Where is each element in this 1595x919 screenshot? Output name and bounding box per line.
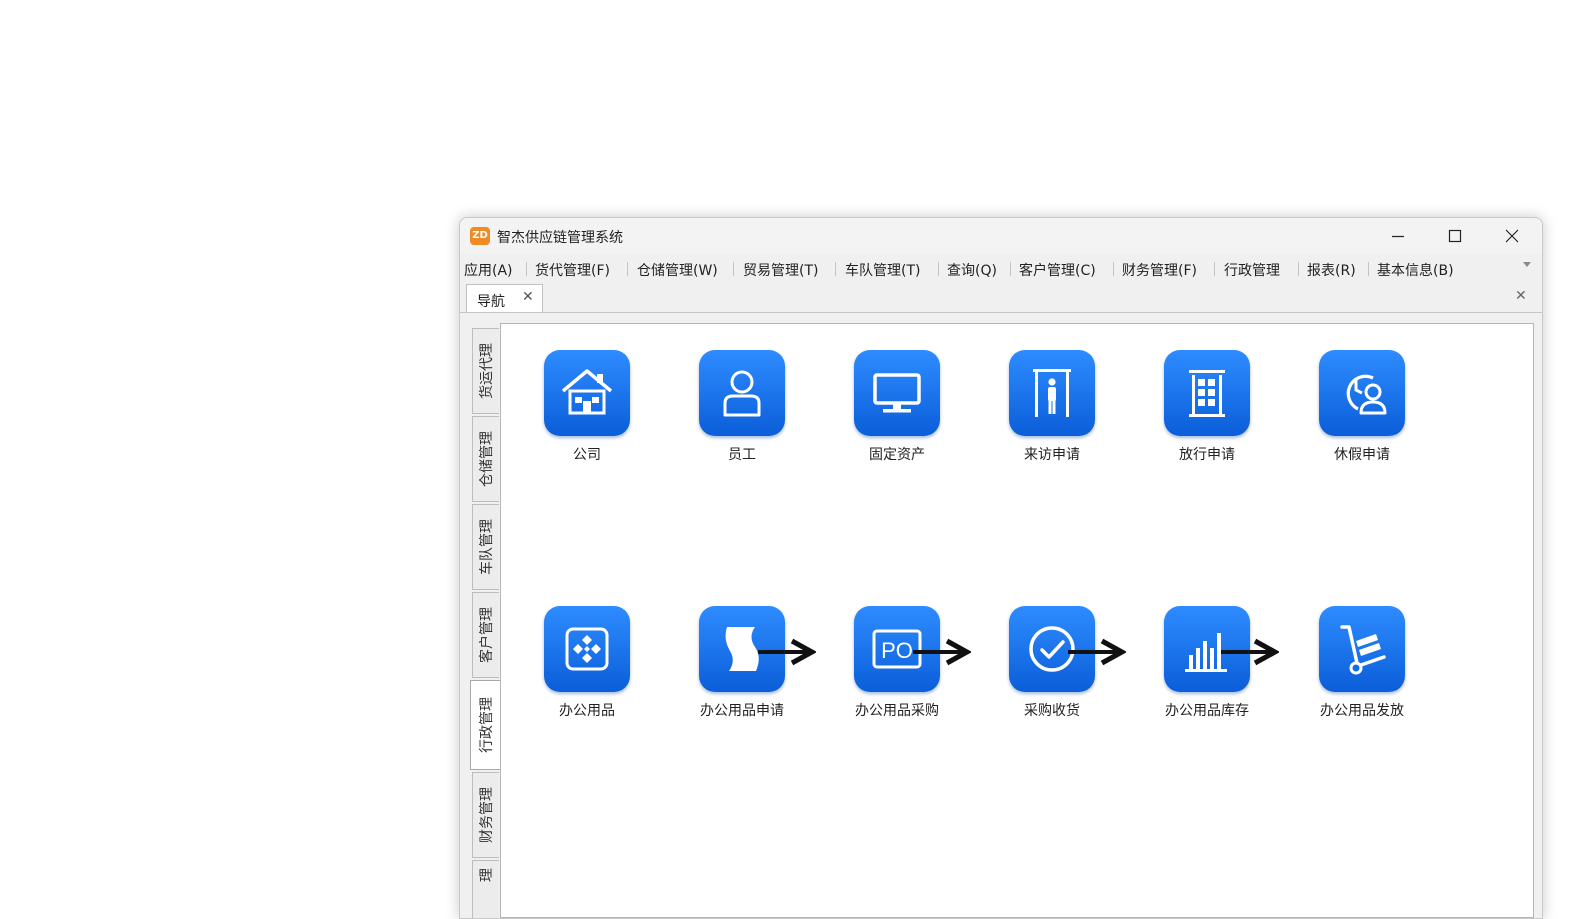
person-icon <box>699 350 785 436</box>
menu-separator <box>1214 262 1215 276</box>
tab-close-icon[interactable]: ✕ <box>522 289 534 305</box>
close-icon <box>1505 229 1519 243</box>
diamond-grid-icon <box>544 606 630 692</box>
hand-truck-icon <box>1319 606 1405 692</box>
app-logo-icon: ZD <box>470 227 490 245</box>
menu-item-app[interactable]: 应用(A) <box>464 260 513 280</box>
tile-label: 放行申请 <box>1179 447 1235 463</box>
tile-office-supplies-inventory[interactable]: 办公用品库存 <box>1132 606 1282 736</box>
menu-separator <box>1298 262 1299 276</box>
side-tab-more[interactable]: 理 <box>472 860 499 918</box>
tile-label: 休假申请 <box>1334 447 1390 463</box>
tile-label: 公司 <box>573 447 601 463</box>
side-tab-label: 仓储管理 <box>479 431 495 487</box>
side-tab-admin[interactable]: 行政管理 <box>470 680 501 770</box>
maximize-button[interactable] <box>1426 218 1484 254</box>
side-tab-label: 车队管理 <box>479 519 495 575</box>
flow-arrow-icon <box>1221 638 1279 666</box>
po-text: PO <box>881 638 913 663</box>
menu-item-fleet[interactable]: 车队管理(T) <box>845 260 920 280</box>
content-area: 货运代理 仓储管理 车队管理 客户管理 行政管理 财务管理 理 公司 员工 固定… <box>466 315 1534 918</box>
menu-separator <box>733 262 734 276</box>
side-tab-customer[interactable]: 客户管理 <box>472 592 499 678</box>
tile-label: 办公用品 <box>559 703 615 719</box>
close-window-button[interactable] <box>1483 218 1541 254</box>
tab-navigation[interactable]: 导航 ✕ <box>466 284 543 313</box>
tile-office-supplies-distribution[interactable]: 办公用品发放 <box>1287 606 1437 736</box>
window-title: 智杰供应链管理系统 <box>497 230 623 246</box>
side-tab-fleet[interactable]: 车队管理 <box>472 504 499 590</box>
tile-office-supplies[interactable]: 办公用品 <box>512 606 662 736</box>
tile-label: 员工 <box>728 447 756 463</box>
side-tab-label: 货运代理 <box>479 343 495 399</box>
tile-employee[interactable]: 员工 <box>667 350 817 480</box>
flow-arrow-icon <box>1068 638 1126 666</box>
clock-person-icon <box>1319 350 1405 436</box>
tile-label: 办公用品申请 <box>700 703 784 719</box>
menu-separator <box>1368 262 1369 276</box>
maximize-icon <box>1448 229 1462 243</box>
side-tab-label: 财务管理 <box>479 787 495 843</box>
menu-item-query[interactable]: 查询(Q) <box>947 260 997 280</box>
tile-purchase-receiving[interactable]: 采购收货 <box>977 606 1127 736</box>
visitor-gate-icon <box>1009 350 1095 436</box>
tile-label: 采购收货 <box>1024 703 1080 719</box>
minimize-button[interactable] <box>1369 218 1427 254</box>
menu-separator <box>526 262 527 276</box>
flow-arrow-icon <box>758 638 816 666</box>
tab-navigation-label: 导航 <box>477 294 505 310</box>
menu-item-reports[interactable]: 报表(R) <box>1307 260 1356 280</box>
flow-arrow-icon <box>913 638 971 666</box>
tile-label: 办公用品发放 <box>1320 703 1404 719</box>
menu-separator <box>938 262 939 276</box>
menu-item-basic-info[interactable]: 基本信息(B) <box>1377 260 1454 280</box>
building-icon <box>1164 350 1250 436</box>
tile-office-supplies-request[interactable]: 办公用品申请 <box>667 606 817 736</box>
tile-release-request[interactable]: 放行申请 <box>1132 350 1282 480</box>
panel-close-icon[interactable]: ✕ <box>1515 288 1527 304</box>
house-icon <box>544 350 630 436</box>
tile-label: 办公用品库存 <box>1165 703 1249 719</box>
menu-overflow-icon[interactable] <box>1523 262 1531 267</box>
tile-company[interactable]: 公司 <box>512 350 662 480</box>
app-window: ZD 智杰供应链管理系统 应用(A) 货代管理(F) 仓储管理(W) 贸易管理(… <box>459 217 1543 919</box>
menu-separator <box>1113 262 1114 276</box>
navigation-panel: 公司 员工 固定资产 来访申请 放行申请 休假申请 办公用品 办公用品申请 PO… <box>500 323 1534 918</box>
tile-label: 固定资产 <box>869 447 925 463</box>
side-tab-finance[interactable]: 财务管理 <box>472 772 499 858</box>
menu-item-warehouse[interactable]: 仓储管理(W) <box>637 260 718 280</box>
tab-strip-divider <box>460 312 1542 313</box>
menu-separator <box>1010 262 1011 276</box>
side-tab-freight-forwarding[interactable]: 货运代理 <box>472 328 499 414</box>
menu-bar: 应用(A) 货代管理(F) 仓储管理(W) 贸易管理(T) 车队管理(T) 查询… <box>460 256 1542 280</box>
menu-item-trade[interactable]: 贸易管理(T) <box>743 260 818 280</box>
menu-separator <box>835 262 836 276</box>
tile-leave-request[interactable]: 休假申请 <box>1287 350 1437 480</box>
menu-item-freight[interactable]: 货代管理(F) <box>535 260 610 280</box>
side-tab-label: 理 <box>479 868 495 882</box>
minimize-icon <box>1392 235 1404 238</box>
menu-item-finance[interactable]: 财务管理(F) <box>1122 260 1197 280</box>
tile-office-supplies-purchase[interactable]: PO 办公用品采购 <box>822 606 972 736</box>
tile-label: 办公用品采购 <box>855 703 939 719</box>
tile-visit-request[interactable]: 来访申请 <box>977 350 1127 480</box>
title-bar[interactable]: ZD 智杰供应链管理系统 <box>460 218 1542 254</box>
monitor-icon <box>854 350 940 436</box>
menu-item-customer[interactable]: 客户管理(C) <box>1019 260 1096 280</box>
tile-label: 来访申请 <box>1024 447 1080 463</box>
menu-item-admin[interactable]: 行政管理 <box>1224 260 1280 280</box>
side-tab-warehouse[interactable]: 仓储管理 <box>472 416 499 502</box>
side-tab-label: 客户管理 <box>479 607 495 663</box>
tile-fixed-assets[interactable]: 固定资产 <box>822 350 972 480</box>
side-tab-label: 行政管理 <box>479 697 495 753</box>
menu-separator <box>627 262 628 276</box>
